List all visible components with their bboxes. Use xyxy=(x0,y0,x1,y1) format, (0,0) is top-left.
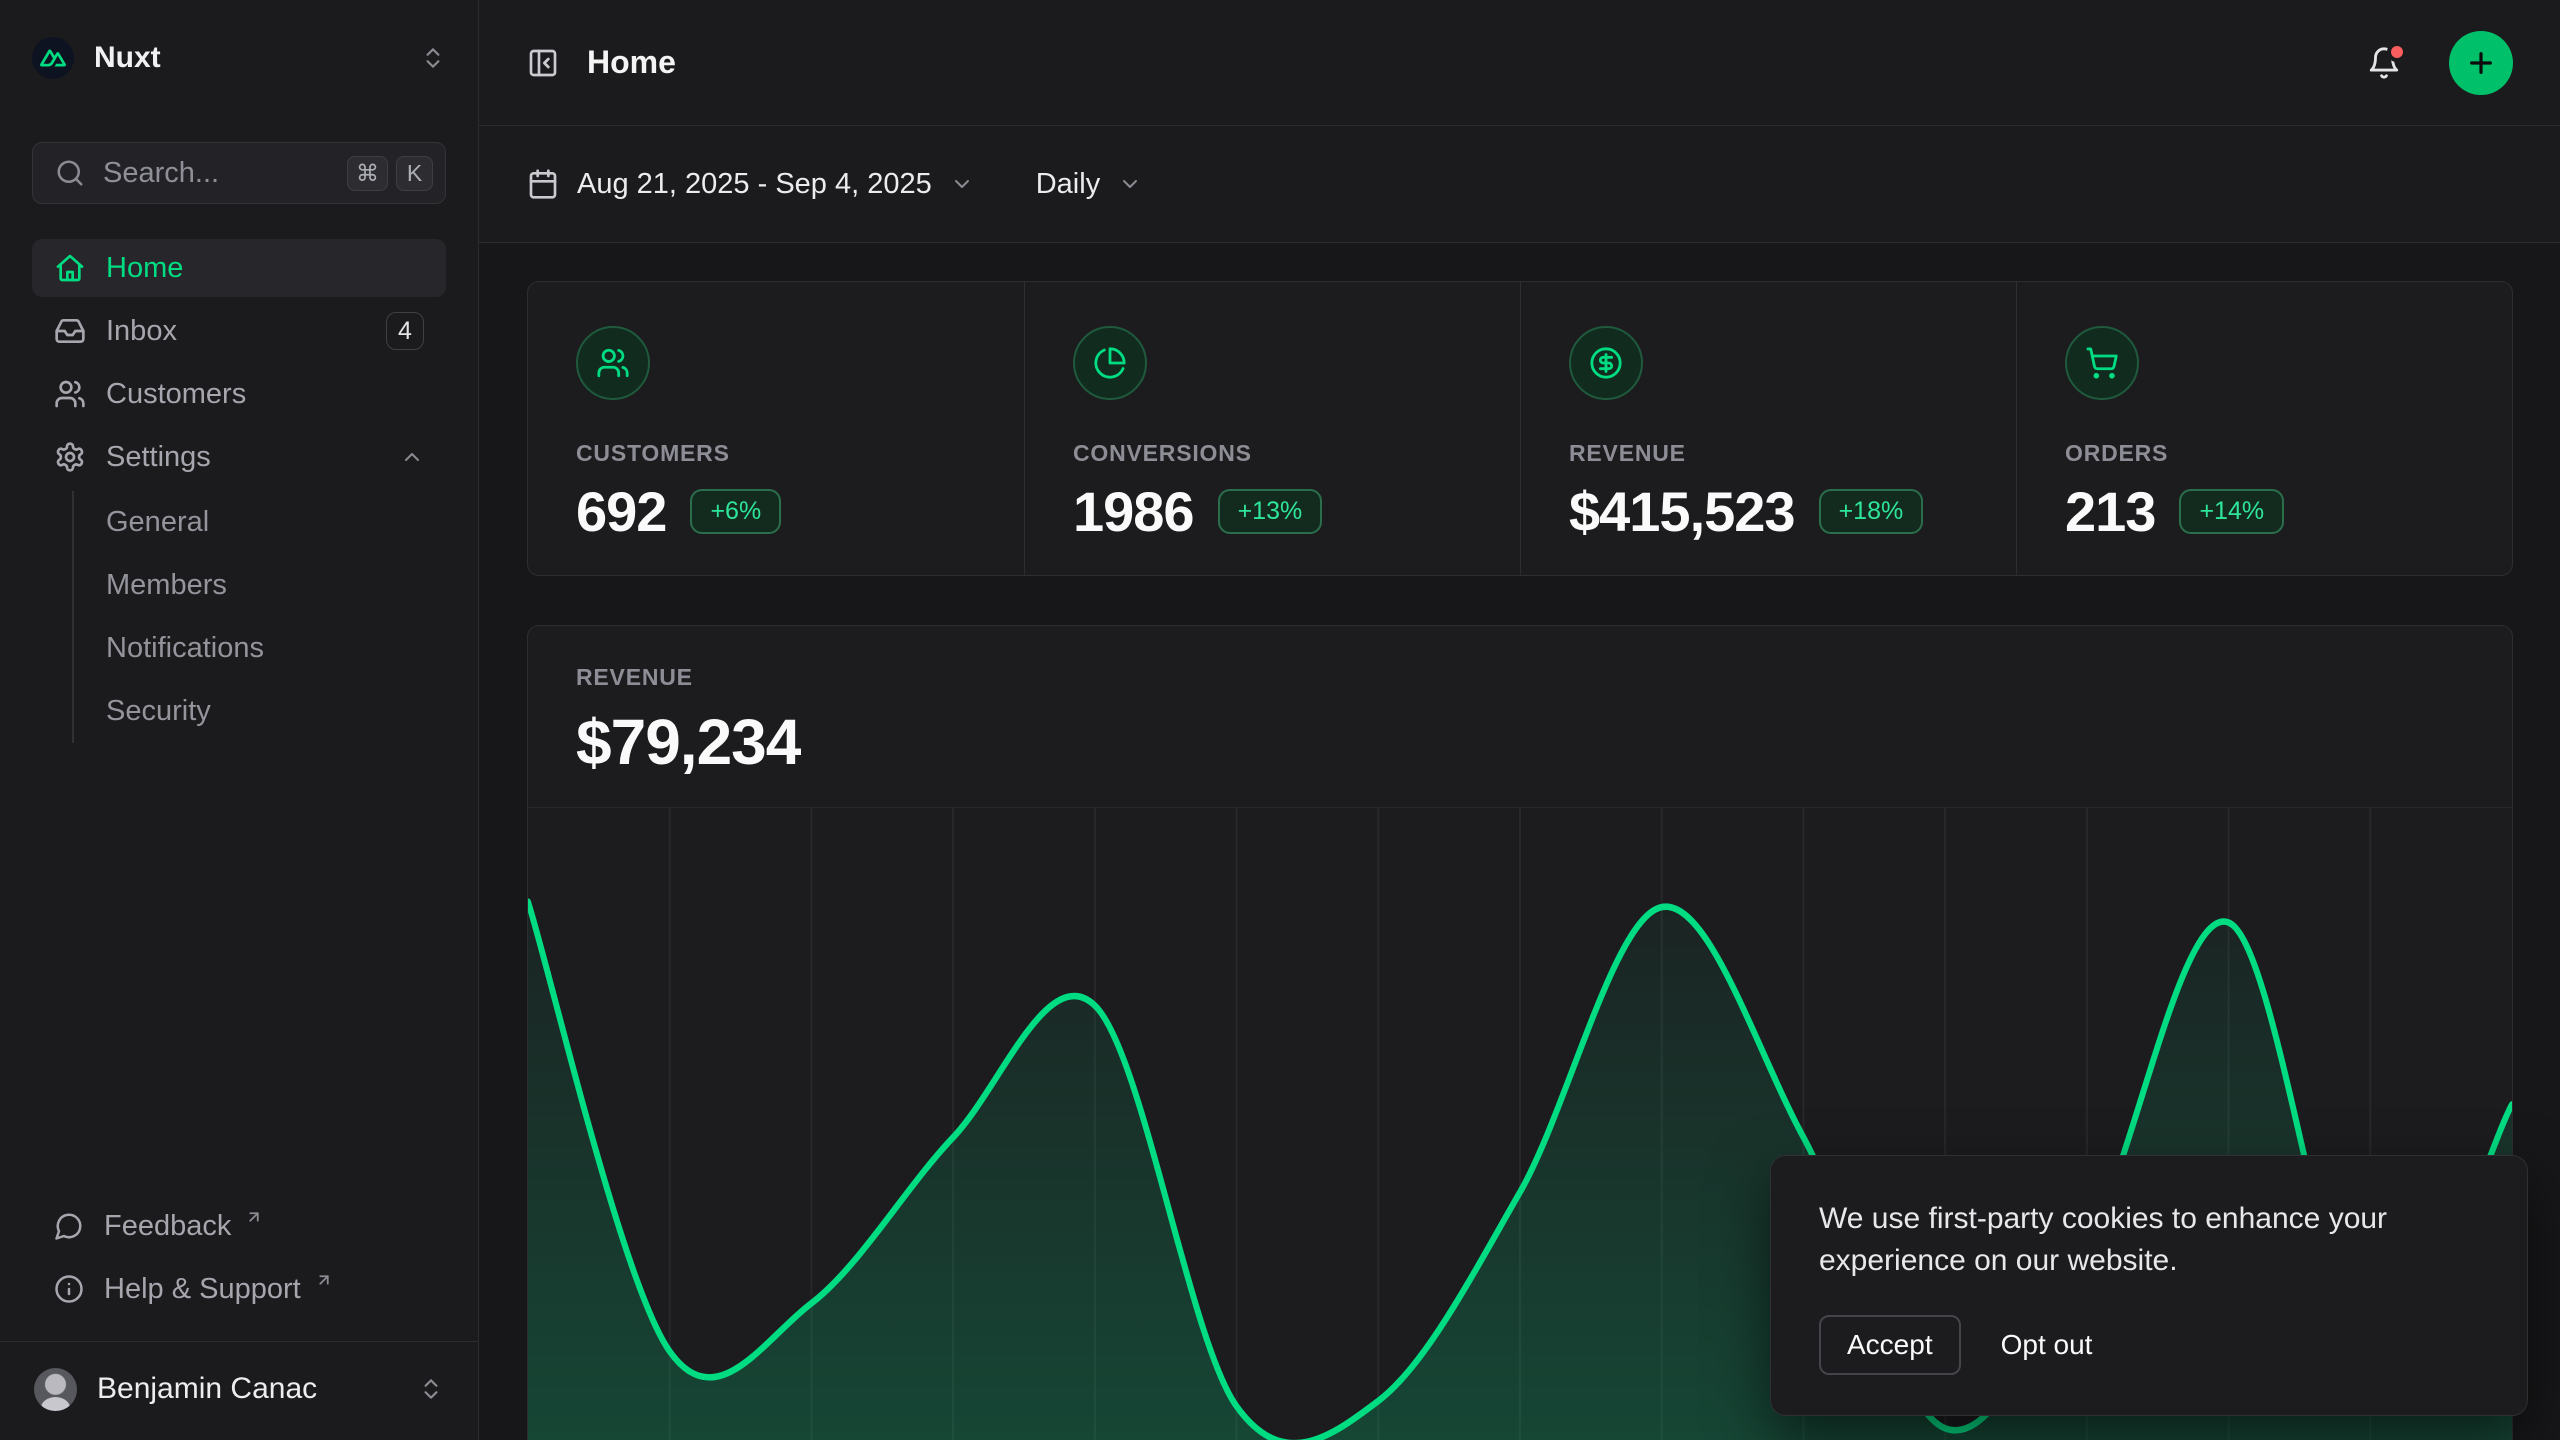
settings-subnav: General Members Notifications Security xyxy=(72,491,446,743)
page-title: Home xyxy=(587,44,2339,81)
plus-icon xyxy=(2465,47,2497,79)
subnav-label: Notifications xyxy=(106,632,264,665)
user-menu[interactable]: Benjamin Canac xyxy=(32,1360,446,1418)
sidebar-nav: Home Inbox 4 Customers Settings Ge xyxy=(32,239,446,743)
chevron-down-icon xyxy=(950,172,974,196)
sidebar-item-label: Home xyxy=(106,252,183,285)
calendar-icon xyxy=(527,168,559,200)
subnav-label: Members xyxy=(106,569,227,602)
inbox-count-badge: 4 xyxy=(386,312,424,350)
stat-label: CONVERSIONS xyxy=(1073,440,1472,467)
search-placeholder: Search... xyxy=(103,157,329,190)
filter-bar: Aug 21, 2025 - Sep 4, 2025 Daily xyxy=(479,126,2560,243)
subnav-label: General xyxy=(106,506,209,539)
sidebar-item-label: Customers xyxy=(106,378,246,411)
search-input[interactable]: Search... ⌘ K xyxy=(32,142,446,204)
arrow-up-right-icon xyxy=(245,1208,263,1226)
stat-delta-badge: +6% xyxy=(690,489,781,534)
accept-button[interactable]: Accept xyxy=(1819,1315,1961,1375)
notifications-button[interactable] xyxy=(2367,46,2401,80)
stat-value: $415,523 xyxy=(1569,479,1795,544)
stat-orders[interactable]: ORDERS 213 +14% xyxy=(2016,282,2512,575)
gear-icon xyxy=(54,441,86,473)
arrow-up-right-icon xyxy=(315,1271,333,1289)
search-shortcut: ⌘ K xyxy=(347,156,433,191)
date-range-value: Aug 21, 2025 - Sep 4, 2025 xyxy=(577,168,932,201)
cookie-actions: Accept Opt out xyxy=(1819,1315,2479,1375)
stat-delta-badge: +18% xyxy=(1819,489,1924,534)
granularity-value: Daily xyxy=(1036,168,1100,201)
granularity-select[interactable]: Daily xyxy=(1036,168,1142,201)
sidebar-spacer xyxy=(32,743,446,1197)
sidebar-footer: Feedback Help & Support xyxy=(32,1197,446,1323)
users-icon xyxy=(576,326,650,400)
stat-delta-badge: +14% xyxy=(2179,489,2284,534)
stat-conversions[interactable]: CONVERSIONS 1986 +13% xyxy=(1024,282,1520,575)
stat-label: ORDERS xyxy=(2065,440,2464,467)
sidebar-item-general[interactable]: General xyxy=(74,491,446,554)
stat-value: 213 xyxy=(2065,479,2155,544)
search-icon xyxy=(55,158,85,188)
stats-card: CUSTOMERS 692 +6% CONVERSIONS 1986 +13% xyxy=(527,281,2513,576)
unread-indicator xyxy=(2387,42,2407,62)
stat-revenue[interactable]: REVENUE $415,523 +18% xyxy=(1520,282,2016,575)
add-button[interactable] xyxy=(2449,31,2513,95)
sidebar-item-customers[interactable]: Customers xyxy=(32,365,446,423)
sidebar: Nuxt Search... ⌘ K Home Inbox 4 xyxy=(0,0,479,1440)
user-name: Benjamin Canac xyxy=(97,1372,398,1406)
kbd-k: K xyxy=(396,156,433,191)
inbox-icon xyxy=(54,315,86,347)
stat-label: REVENUE xyxy=(1569,440,1968,467)
collapse-sidebar-button[interactable] xyxy=(527,47,559,79)
info-circle-icon xyxy=(54,1274,84,1304)
sidebar-item-label: Settings xyxy=(106,441,380,474)
cookie-message: We use first-party cookies to enhance yo… xyxy=(1819,1198,2449,1283)
sidebar-item-security[interactable]: Security xyxy=(74,680,446,743)
help-support-link[interactable]: Help & Support xyxy=(32,1260,446,1318)
chevron-down-icon xyxy=(1118,172,1142,196)
stat-delta-badge: +13% xyxy=(1218,489,1323,534)
sidebar-item-members[interactable]: Members xyxy=(74,554,446,617)
revenue-header: REVENUE $79,234 xyxy=(528,626,2512,807)
sidebar-item-home[interactable]: Home xyxy=(32,239,446,297)
footer-item-label: Help & Support xyxy=(104,1273,301,1306)
chevrons-up-down-icon xyxy=(418,1376,444,1402)
team-switcher[interactable]: Nuxt xyxy=(32,30,446,86)
kbd-meta: ⌘ xyxy=(347,156,388,191)
stat-value: 692 xyxy=(576,479,666,544)
sidebar-item-inbox[interactable]: Inbox 4 xyxy=(32,302,446,360)
revenue-label: REVENUE xyxy=(576,664,2464,691)
nuxt-logo-icon xyxy=(32,37,74,79)
pie-chart-icon xyxy=(1073,326,1147,400)
avatar xyxy=(34,1368,77,1411)
chevrons-up-down-icon xyxy=(420,45,446,71)
sidebar-divider xyxy=(0,1341,478,1342)
cookie-consent-toast: We use first-party cookies to enhance yo… xyxy=(1770,1155,2528,1416)
shopping-cart-icon xyxy=(2065,326,2139,400)
sidebar-item-notifications[interactable]: Notifications xyxy=(74,617,446,680)
top-header: Home xyxy=(479,0,2560,126)
sidebar-item-label: Inbox xyxy=(106,315,366,348)
revenue-value: $79,234 xyxy=(576,705,2464,779)
stat-value: 1986 xyxy=(1073,479,1194,544)
team-name: Nuxt xyxy=(94,41,400,75)
chevron-up-icon xyxy=(400,445,424,469)
date-range-picker[interactable]: Aug 21, 2025 - Sep 4, 2025 xyxy=(527,168,974,201)
message-circle-icon xyxy=(54,1211,84,1241)
feedback-link[interactable]: Feedback xyxy=(32,1197,446,1255)
sidebar-item-settings[interactable]: Settings xyxy=(32,428,446,486)
users-icon xyxy=(54,378,86,410)
stat-customers[interactable]: CUSTOMERS 692 +6% xyxy=(528,282,1024,575)
footer-item-label: Feedback xyxy=(104,1210,231,1243)
circle-dollar-icon xyxy=(1569,326,1643,400)
home-icon xyxy=(54,252,86,284)
subnav-label: Security xyxy=(106,695,211,728)
stat-label: CUSTOMERS xyxy=(576,440,976,467)
opt-out-button[interactable]: Opt out xyxy=(2001,1317,2093,1373)
